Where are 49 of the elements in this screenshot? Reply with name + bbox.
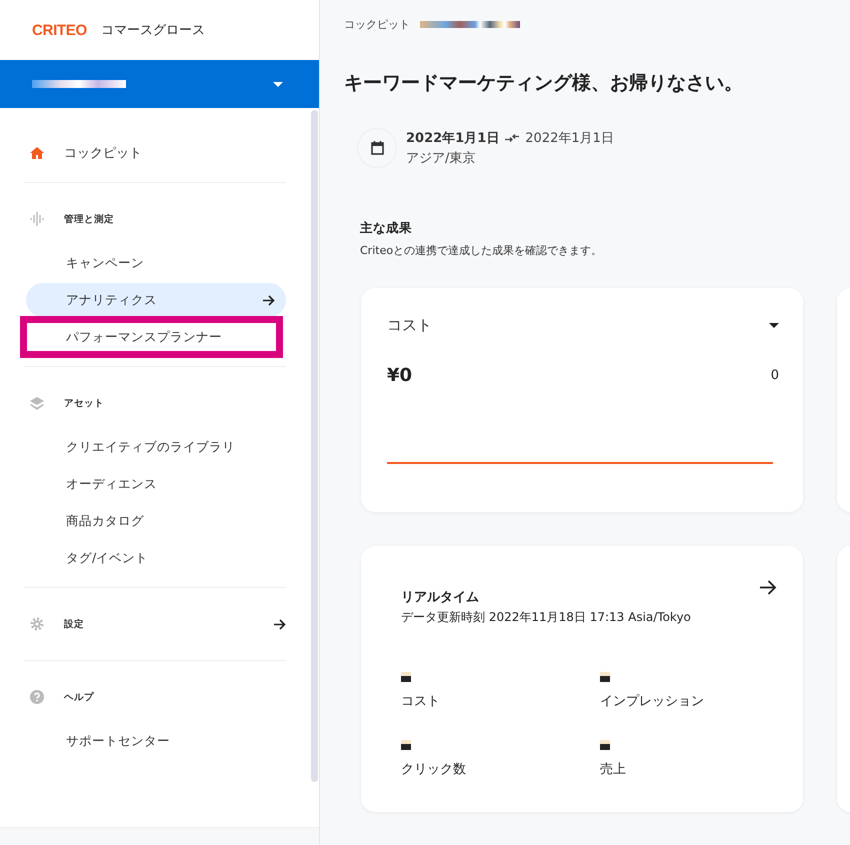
nav-item[interactable]: アナリティクス — [26, 283, 286, 317]
start-date: 2022年1月1日 — [406, 130, 500, 147]
metric-dropdown[interactable]: コスト — [387, 316, 432, 335]
section-label: 設定 — [64, 618, 84, 630]
settings-icon — [30, 617, 44, 631]
redacted-value — [600, 740, 610, 750]
update-time: データ更新時刻 2022年11月18日 17:13 Asia/Tokyo — [401, 609, 691, 626]
nav-item[interactable]: サポートセンター — [26, 724, 286, 758]
account-selector[interactable] — [0, 60, 319, 108]
calendar-icon — [370, 141, 384, 155]
breadcrumb-link[interactable]: コックピット — [344, 16, 410, 32]
waveform-icon — [30, 212, 44, 226]
metric-label: コスト — [401, 693, 440, 710]
nav-item[interactable]: オーディエンス — [26, 467, 286, 501]
cost-reading: 0 — [770, 368, 779, 383]
redacted-value — [401, 740, 411, 750]
home-icon — [30, 147, 44, 159]
highlighted-nav-item[interactable]: パフォーマンスプランナー — [24, 320, 279, 354]
section-label: アセット — [64, 396, 104, 410]
nav-item[interactable]: キャンペーン — [26, 246, 286, 280]
caret-icon — [273, 82, 283, 86]
end-date: 2022年1月1日 — [525, 130, 614, 147]
arrow-right-icon[interactable] — [760, 580, 777, 595]
timezone: アジア/東京 — [406, 150, 476, 167]
caret-icon[interactable] — [769, 323, 779, 328]
section-label: ヘルプ — [64, 690, 94, 704]
metric-label: 売上 — [600, 761, 626, 778]
criteo-logo: CRITEO — [32, 22, 87, 38]
help-icon — [30, 690, 44, 704]
nav-item[interactable]: クリエイティブのライブラリ — [26, 430, 286, 464]
cost-value: ¥0 — [387, 365, 412, 386]
section-label: 管理と測定 — [64, 212, 114, 226]
page-title: キーワードマーケティング様、お帰りなさい。 — [344, 71, 744, 96]
date-picker-button[interactable] — [357, 128, 397, 168]
layers-icon — [30, 396, 44, 410]
metric-label: クリック数 — [401, 761, 466, 778]
nav-item[interactable]: タグ/イベント — [26, 541, 286, 575]
nav-item[interactable]: 商品カタログ — [26, 504, 286, 538]
section-subtitle: Criteoとの連携で達成した成果を確認できます。 — [360, 243, 604, 258]
redacted-value — [600, 672, 610, 682]
arrow-right-icon[interactable] — [274, 618, 286, 630]
card-title: リアルタイム — [401, 589, 480, 606]
product-name: コマースグロース — [100, 22, 205, 39]
swap-arrows-icon — [505, 133, 520, 143]
nav-link[interactable]: コックピット — [64, 144, 142, 162]
section-title: 主な成果 — [360, 220, 413, 237]
redacted-value — [401, 672, 411, 682]
metric-label: インプレッション — [600, 693, 704, 710]
scrollbar[interactable] — [311, 110, 318, 782]
